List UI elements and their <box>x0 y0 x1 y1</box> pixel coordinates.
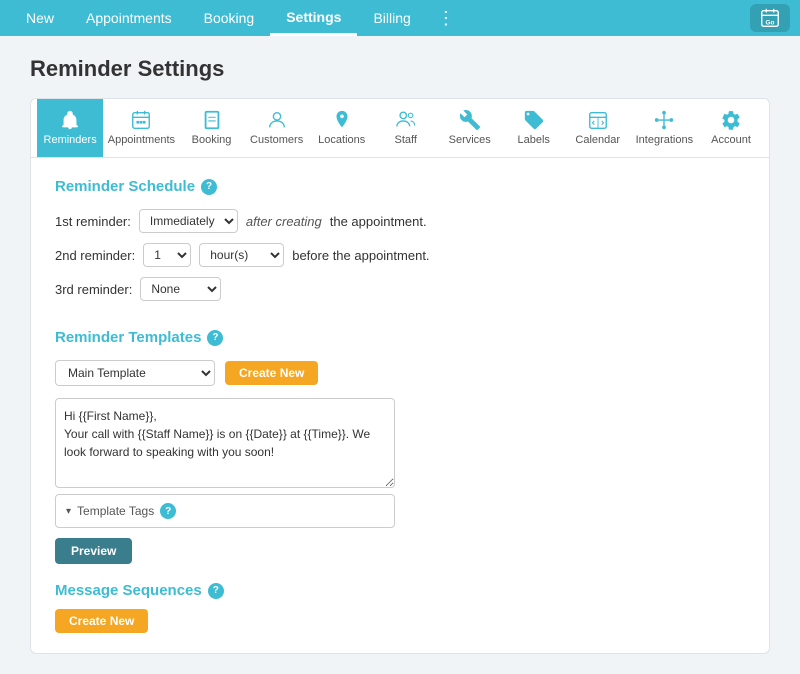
integrations-icon <box>653 109 675 131</box>
reminder-3-select[interactable]: None 1 hour 2 hours 24 hours <box>140 277 221 301</box>
tab-reminders-label: Reminders <box>44 134 97 146</box>
message-sequences-title: Message Sequences ? <box>55 582 745 599</box>
tab-services-label: Services <box>449 134 491 146</box>
reminder-templates-help-icon[interactable]: ? <box>207 330 223 346</box>
tab-booking-label: Booking <box>192 134 232 146</box>
reminder-row-2: 2nd reminder: 1 2 3 5 10 24 48 hour(s) d… <box>55 243 745 267</box>
tab-services[interactable]: Services <box>438 99 502 157</box>
chevron-down-icon: ▾ <box>66 506 71 517</box>
card-body: Reminder Schedule ? 1st reminder: Immedi… <box>31 158 769 653</box>
top-navigation: New Appointments Booking Settings Billin… <box>0 0 800 36</box>
gear-icon <box>720 109 742 131</box>
tab-account-label: Account <box>711 134 751 146</box>
reminder-2-select2[interactable]: hour(s) day(s) minute(s) <box>199 243 284 267</box>
tab-calendar-label: Calendar <box>575 134 620 146</box>
template-tags-label: Template Tags <box>77 504 154 518</box>
reminder-schedule-title: Reminder Schedule ? <box>55 178 745 195</box>
reminder-row-1: 1st reminder: Immediately 5 minutes 10 m… <box>55 209 745 233</box>
appointments-icon <box>130 109 152 131</box>
template-textarea[interactable]: Hi {{First Name}}, Your call with {{Staf… <box>55 398 395 488</box>
nav-appointments[interactable]: Appointments <box>70 0 188 36</box>
create-new-template-button[interactable]: Create New <box>225 361 318 385</box>
message-sequences-help-icon[interactable]: ? <box>208 583 224 599</box>
tab-staff[interactable]: Staff <box>374 99 438 157</box>
customers-icon <box>266 109 288 131</box>
settings-card: Reminders Appointments <box>30 98 770 654</box>
tab-locations-label: Locations <box>318 134 365 146</box>
template-tags-help-icon[interactable]: ? <box>160 503 176 519</box>
nav-booking[interactable]: Booking <box>188 0 271 36</box>
tab-appointments-label: Appointments <box>108 134 175 146</box>
reminder-2-before-text: before the appointment. <box>292 248 429 263</box>
svg-text:Go: Go <box>766 19 775 26</box>
staff-icon <box>395 109 417 131</box>
nav-more-dots[interactable]: ⋮ <box>427 8 467 29</box>
page-title: Reminder Settings <box>30 56 770 82</box>
tab-appointments[interactable]: Appointments <box>103 99 179 157</box>
tab-staff-label: Staff <box>395 134 417 146</box>
services-icon <box>459 109 481 131</box>
tab-integrations-label: Integrations <box>636 134 693 146</box>
book-icon <box>201 109 223 131</box>
reminder-1-select[interactable]: Immediately 5 minutes 10 minutes 30 minu… <box>139 209 238 233</box>
tab-integrations[interactable]: Integrations <box>630 99 699 157</box>
go-button[interactable]: Go <box>750 4 790 32</box>
locations-icon <box>331 109 353 131</box>
settings-tabs: Reminders Appointments <box>31 99 769 158</box>
preview-button[interactable]: Preview <box>55 538 132 564</box>
reminder-schedule-help-icon[interactable]: ? <box>201 179 217 195</box>
tab-booking[interactable]: Booking <box>180 99 244 157</box>
nav-billing[interactable]: Billing <box>357 0 426 36</box>
tab-calendar[interactable]: Calendar <box>566 99 630 157</box>
nav-settings[interactable]: Settings <box>270 0 357 36</box>
reminder-templates-title: Reminder Templates ? <box>55 329 745 346</box>
template-select-row: Main Template Template 2 Template 3 Crea… <box>55 360 745 386</box>
reminder-2-label: 2nd reminder: <box>55 248 135 263</box>
calendar-go-icon: Go <box>759 7 781 29</box>
template-tags-row[interactable]: ▾ Template Tags ? <box>55 494 395 528</box>
calendar2-icon <box>587 109 609 131</box>
reminder-2-select1[interactable]: 1 2 3 5 10 24 48 <box>143 243 191 267</box>
tab-account[interactable]: Account <box>699 99 763 157</box>
create-new-sequence-button[interactable]: Create New <box>55 609 148 633</box>
reminder-row-3: 3rd reminder: None 1 hour 2 hours 24 hou… <box>55 277 745 301</box>
reminder-1-label: 1st reminder: <box>55 214 131 229</box>
tab-labels[interactable]: Labels <box>502 99 566 157</box>
labels-icon <box>523 109 545 131</box>
tab-customers[interactable]: Customers <box>244 99 310 157</box>
nav-new[interactable]: New <box>10 0 70 36</box>
tab-reminders[interactable]: Reminders <box>37 99 103 157</box>
reminder-1-after-text2: the appointment. <box>330 214 427 229</box>
template-dropdown[interactable]: Main Template Template 2 Template 3 <box>55 360 215 386</box>
page-content: Reminder Settings Reminders <box>0 36 800 674</box>
tab-customers-label: Customers <box>250 134 303 146</box>
reminder-1-after-text: after creating <box>246 214 322 229</box>
reminder-3-label: 3rd reminder: <box>55 282 132 297</box>
bell-icon <box>59 109 81 131</box>
tab-labels-label: Labels <box>518 134 550 146</box>
tab-locations[interactable]: Locations <box>310 99 374 157</box>
